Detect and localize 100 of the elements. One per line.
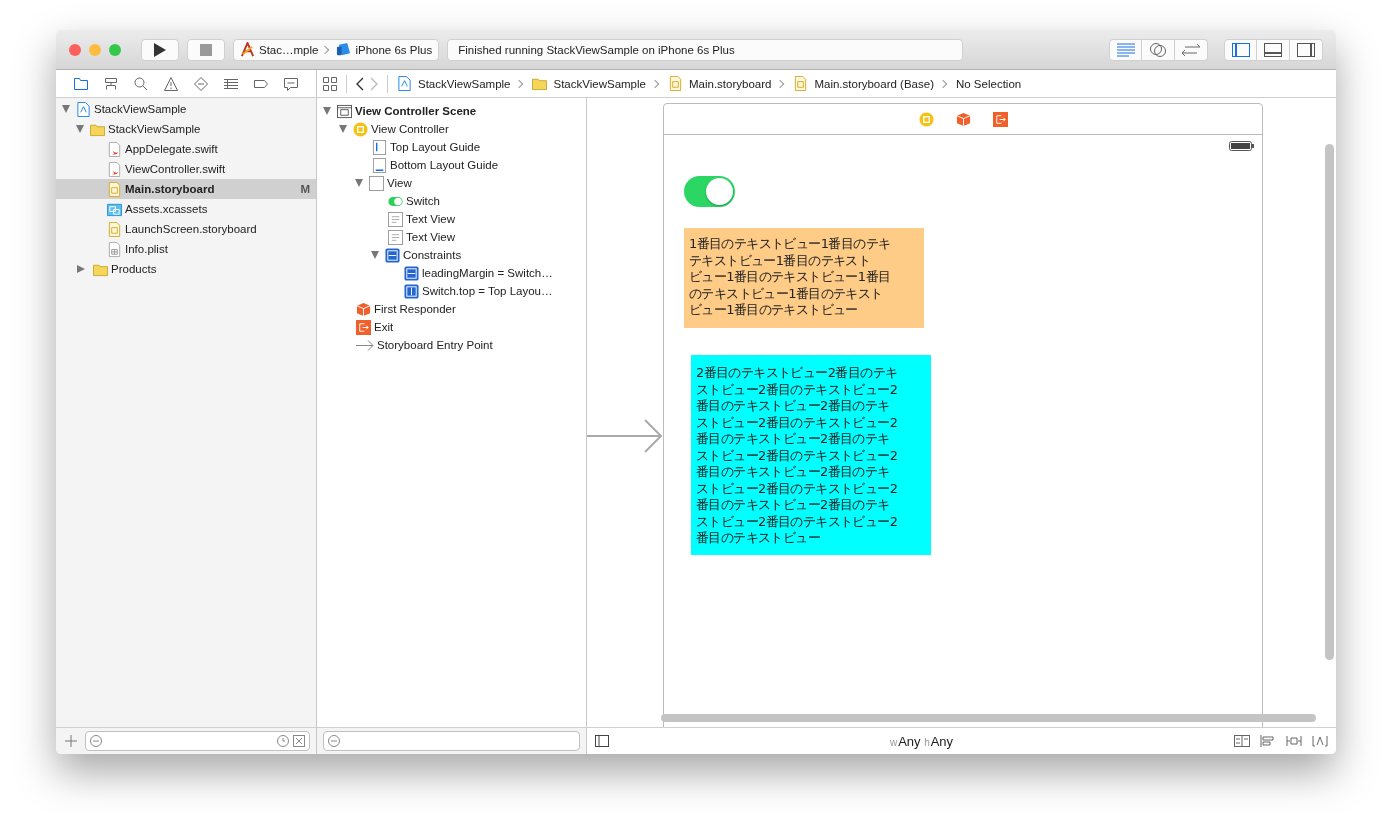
device-name[interactable]: iPhone 6s Plus: [355, 43, 433, 56]
scrollbar[interactable]: [1325, 144, 1334, 660]
filter-icon: [328, 735, 340, 747]
outline-item[interactable]: Text View: [406, 231, 455, 243]
panel-toggle-button[interactable]: [1257, 38, 1290, 61]
navigator-tab[interactable]: [163, 75, 179, 92]
outline-item[interactable]: Switch.top = Top Layou…: [422, 285, 553, 297]
file-tree-item[interactable]: Main.storyboard M: [56, 179, 316, 199]
stop-button[interactable]: [187, 38, 225, 61]
filter-field[interactable]: [323, 731, 580, 751]
file-name: Main.storyboard: [125, 183, 215, 195]
stop-icon: [200, 43, 212, 56]
size-class-button[interactable]: wAny hAny: [889, 733, 954, 749]
file-tree-item[interactable]: StackViewSample: [56, 99, 316, 119]
filter-icon: [90, 735, 102, 747]
search-icon: [133, 75, 149, 92]
speech-bubble-icon: [283, 75, 299, 92]
outline-item[interactable]: View: [387, 177, 412, 189]
outline-item[interactable]: Exit: [374, 321, 394, 333]
view-icon: [369, 175, 384, 191]
hierarchy-icon: [103, 75, 119, 92]
file-name: Products: [111, 263, 157, 275]
storyboard-file-icon: [107, 221, 122, 237]
navigator-tab[interactable]: [133, 75, 149, 92]
sidebar-toggle-icon[interactable]: [595, 735, 609, 747]
storyboard-file-icon: [667, 76, 683, 91]
toggle-switch[interactable]: [684, 176, 735, 207]
file-tree-item[interactable]: Assets.xcassets: [56, 199, 316, 219]
add-icon[interactable]: [65, 735, 77, 747]
path-item[interactable]: No Selection: [955, 77, 1022, 90]
file-tree-item[interactable]: StackViewSample: [56, 119, 316, 139]
outline-item[interactable]: View Controller: [371, 123, 449, 135]
path-item[interactable]: StackViewSample: [553, 77, 646, 90]
file-tree-item[interactable]: ViewController.swift: [56, 159, 316, 179]
disclosure-triangle[interactable]: [77, 265, 85, 273]
outline-item[interactable]: Storyboard Entry Point: [377, 339, 493, 351]
exit-icon: [356, 319, 371, 335]
file-name: StackViewSample: [108, 123, 201, 135]
storyboard-file-icon: [793, 76, 809, 91]
device-icon: [336, 42, 352, 57]
project-file-icon: [76, 101, 91, 117]
storyboard-file-icon: [107, 181, 122, 197]
status-letter: M: [300, 183, 310, 195]
bottom-panel-icon: [1264, 42, 1282, 57]
constraint-icon: [404, 283, 419, 299]
path-item[interactable]: StackViewSample: [418, 77, 511, 90]
outline-item[interactable]: First Responder: [374, 303, 456, 315]
text-lines-icon: [1116, 42, 1135, 57]
outline-item[interactable]: Top Layout Guide: [390, 141, 481, 153]
file-name: Assets.xcassets: [125, 203, 208, 215]
path-item[interactable]: Main.storyboard: [688, 77, 772, 90]
warning-icon: [163, 75, 179, 92]
editor-mode-button[interactable]: [1175, 38, 1208, 61]
editor-mode-button[interactable]: [1109, 38, 1142, 61]
scrollbar[interactable]: [661, 714, 1316, 722]
text-view-icon: [388, 229, 403, 245]
right-panel-icon: [1297, 42, 1315, 57]
file-tree-item[interactable]: AppDelegate.swift: [56, 139, 316, 159]
view-controller-icon: [353, 121, 368, 137]
project-file-icon: [397, 76, 412, 91]
file-tree-item[interactable]: Info.plist: [56, 239, 316, 259]
clock-icon[interactable]: [277, 735, 289, 747]
outline-item[interactable]: Switch: [406, 195, 440, 207]
back-icon[interactable]: [356, 76, 364, 91]
grid-icon[interactable]: [323, 76, 337, 91]
file-tree-item[interactable]: Products: [56, 259, 316, 279]
constraint-icon: [385, 247, 400, 263]
outline-item[interactable]: View Controller Scene: [355, 105, 477, 117]
align-icon[interactable]: [1260, 735, 1276, 747]
navigator-tab[interactable]: [73, 75, 89, 92]
scheme-selector[interactable]: Stac…mple iPhone 6s Plus: [233, 38, 440, 61]
file-name: LaunchScreen.storyboard: [125, 223, 257, 235]
pin-icon[interactable]: [1286, 735, 1302, 747]
cube-icon: [955, 111, 971, 127]
app-icon: [240, 42, 255, 57]
outline-item[interactable]: Constraints: [403, 249, 462, 261]
layout-guide-icon: [372, 157, 387, 173]
file-name: AppDelegate.swift: [125, 143, 218, 155]
scm-filter-icon[interactable]: [293, 735, 305, 747]
panel-toggle-button[interactable]: [1290, 38, 1323, 61]
outline-item[interactable]: Text View: [406, 213, 455, 225]
assets-folder-icon: [107, 201, 122, 217]
path-item[interactable]: Main.storyboard (Base): [814, 77, 934, 90]
left-panel-icon: [1231, 42, 1250, 57]
panel-toggle-button[interactable]: [1224, 38, 1257, 61]
stack-icon[interactable]: [1234, 735, 1250, 747]
battery-icon: [1229, 141, 1254, 151]
view-controller-icon: [918, 111, 934, 127]
outline-item[interactable]: Bottom Layout Guide: [390, 159, 499, 171]
run-button[interactable]: [141, 38, 179, 61]
folder-icon: [532, 76, 548, 91]
scheme-name[interactable]: Stac…mple: [259, 43, 319, 56]
editor-mode-button[interactable]: [1142, 38, 1175, 61]
navigator-tab[interactable]: [103, 75, 119, 92]
file-tree-item[interactable]: LaunchScreen.storyboard: [56, 219, 316, 239]
filter-field[interactable]: [85, 731, 310, 751]
resolve-issues-icon[interactable]: [1312, 735, 1328, 747]
close-button[interactable]: [69, 43, 81, 56]
outline-item[interactable]: leadingMargin = Switch…: [422, 267, 553, 279]
navigator-tab[interactable]: [283, 75, 299, 92]
